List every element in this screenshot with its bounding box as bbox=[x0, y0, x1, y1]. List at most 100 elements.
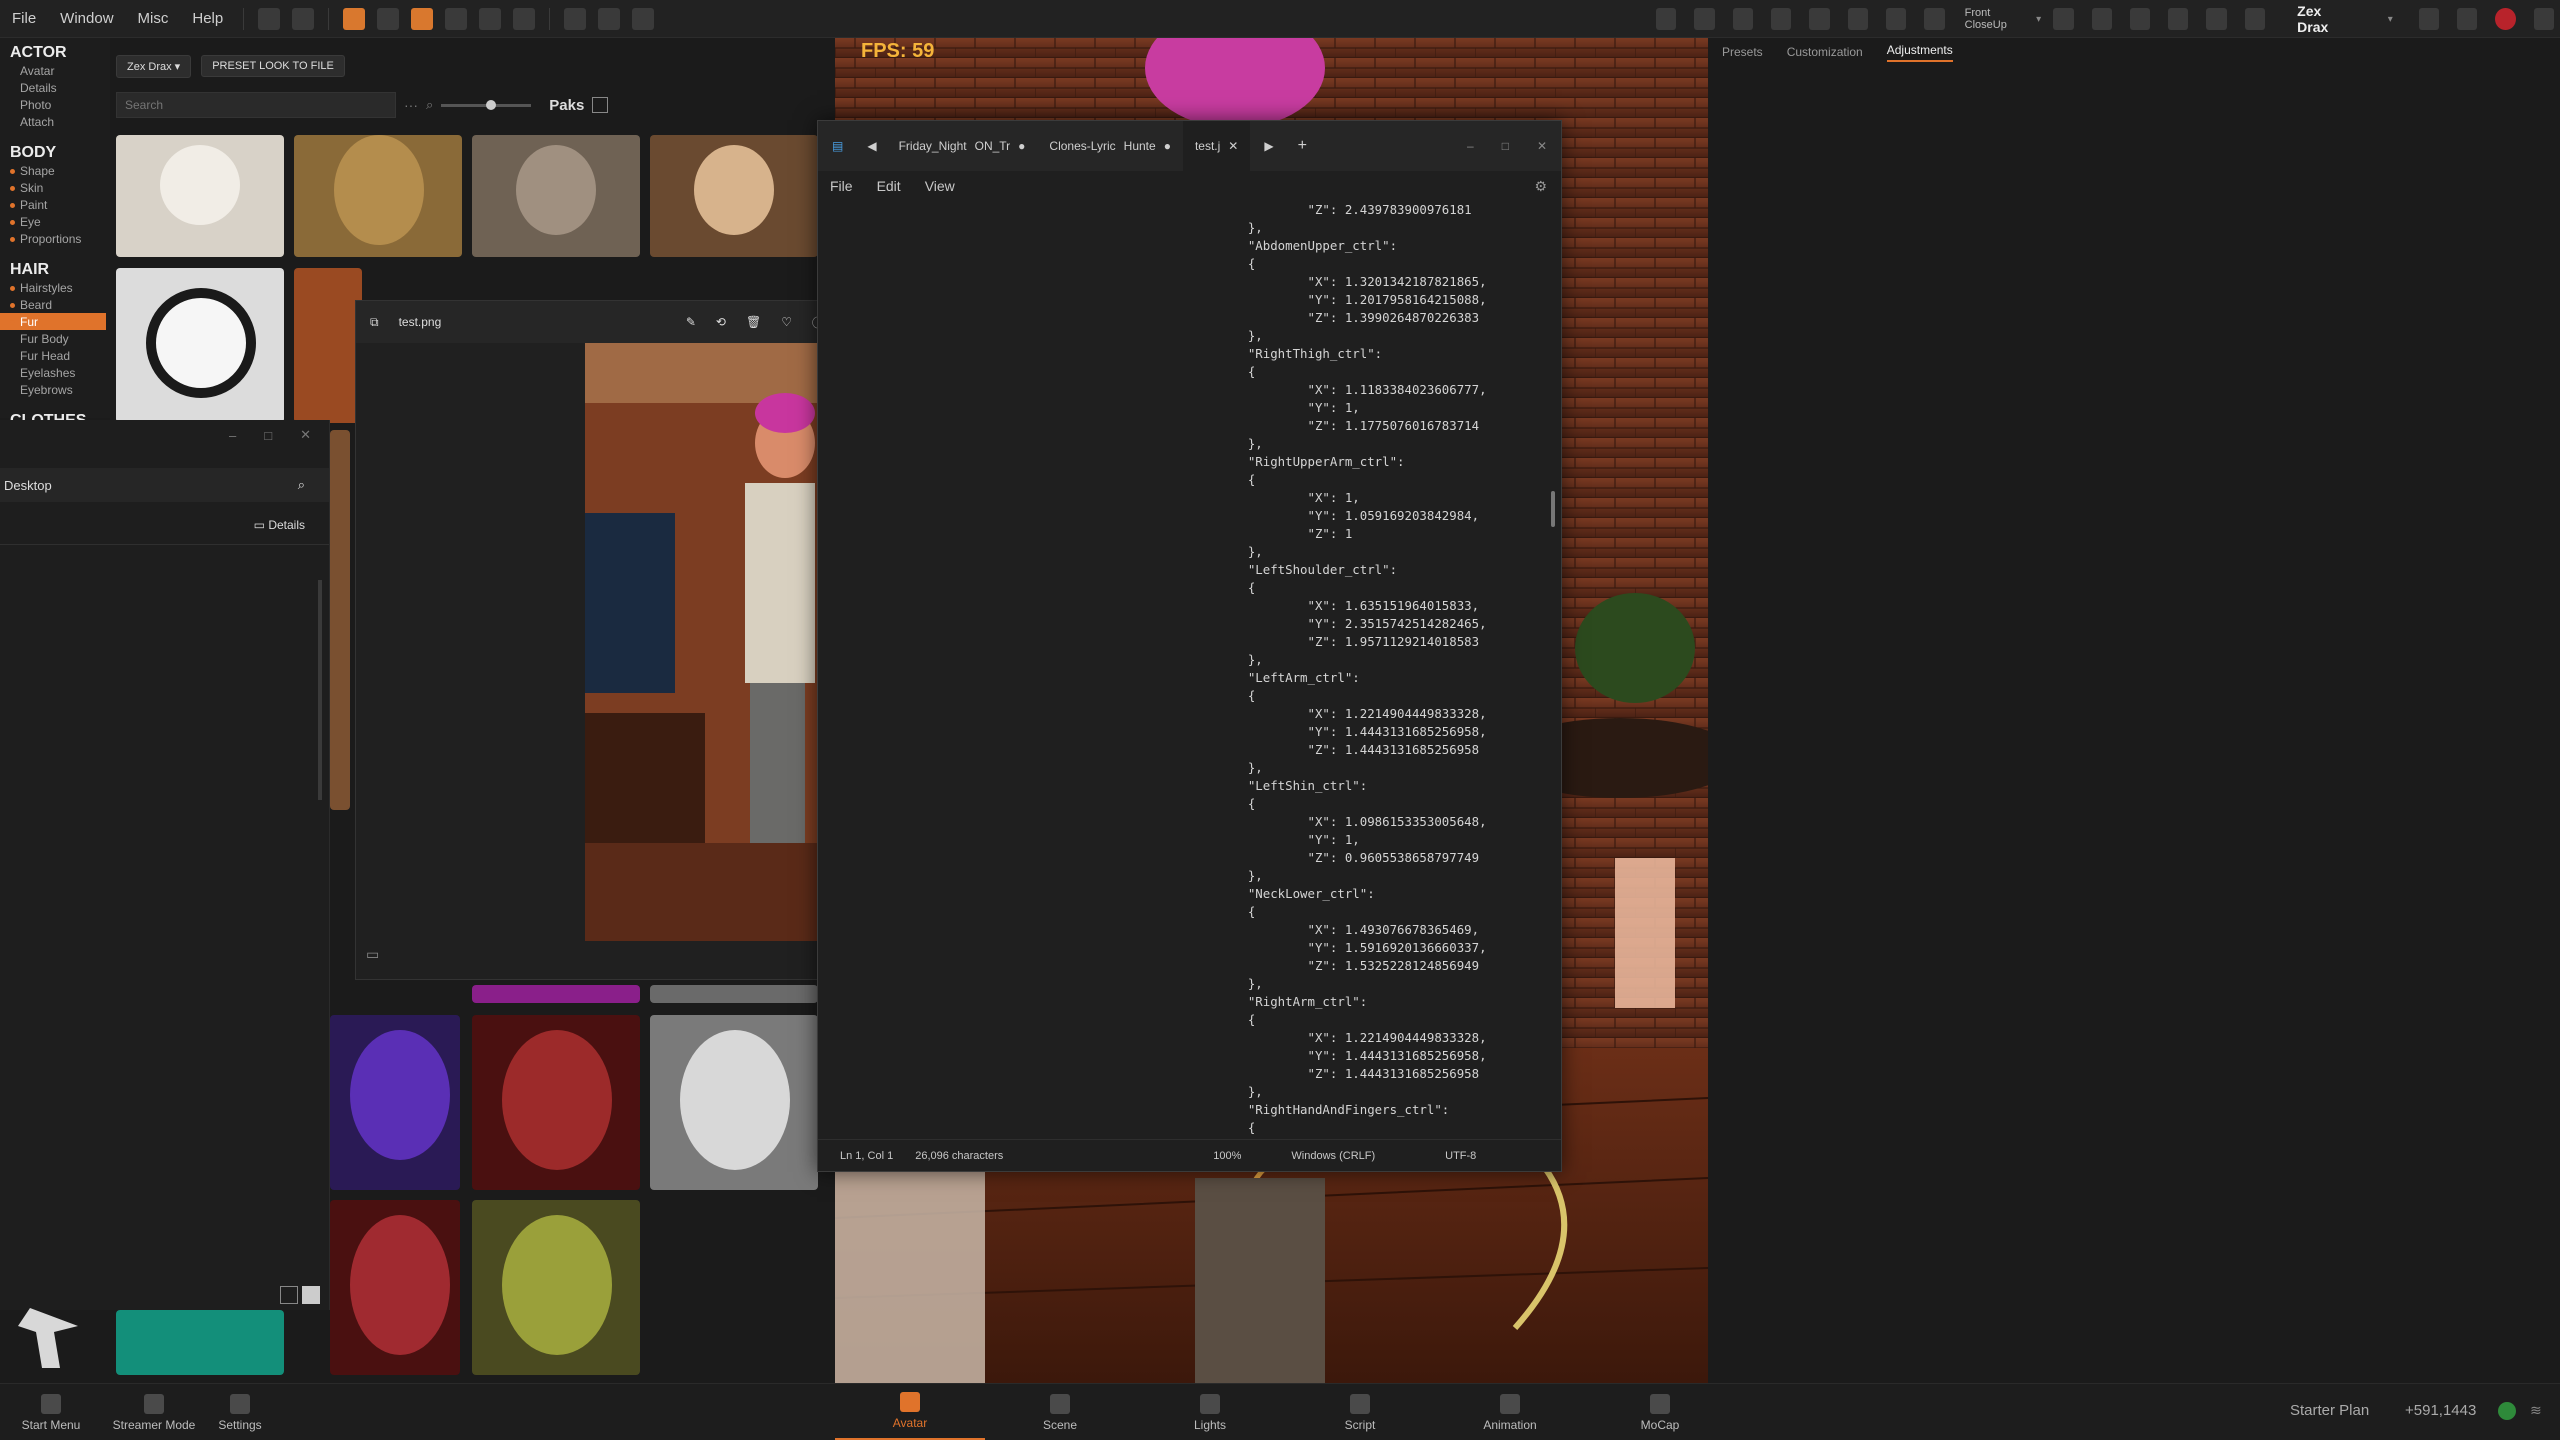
tab-adjustments[interactable]: Adjustments bbox=[1886, 43, 1953, 62]
encoding[interactable]: UTF-8 bbox=[1445, 1150, 1476, 1162]
fur-thumbnail[interactable] bbox=[330, 1015, 460, 1190]
group-select-icon[interactable] bbox=[343, 7, 366, 30]
category-body[interactable]: BODY bbox=[0, 138, 110, 162]
sidebar-item-attach[interactable]: Attach bbox=[0, 113, 110, 130]
edit-icon[interactable]: ✎ bbox=[686, 315, 696, 329]
lightning-icon[interactable] bbox=[2129, 8, 2151, 30]
delete-icon[interactable]: 🗑 bbox=[746, 315, 761, 329]
fur-thumbnail[interactable] bbox=[116, 268, 284, 423]
maximize-icon[interactable]: □ bbox=[264, 428, 272, 443]
fur-thumbnail[interactable] bbox=[116, 135, 284, 257]
menu-misc[interactable]: Misc bbox=[126, 10, 181, 27]
chevron-down-icon[interactable]: ▾ bbox=[2036, 14, 2041, 25]
move-icon[interactable] bbox=[377, 7, 400, 30]
tab-mocap[interactable]: MoCap bbox=[1600, 1384, 1720, 1440]
filmstrip-icon[interactable]: ▭ bbox=[366, 946, 379, 963]
phone-icon[interactable] bbox=[2457, 8, 2478, 30]
person-icon[interactable] bbox=[1770, 8, 1792, 30]
fur-thumbnail[interactable] bbox=[330, 430, 350, 810]
fur-thumbnail[interactable] bbox=[650, 1015, 818, 1190]
menu-view[interactable]: View bbox=[913, 178, 967, 194]
tab-avatar[interactable]: Avatar bbox=[835, 1384, 985, 1440]
minimize-icon[interactable]: – bbox=[1453, 139, 1488, 153]
tab-friday-night[interactable]: Friday_Night ON_Tr ● bbox=[887, 121, 1038, 171]
sidebar-item-fur-body[interactable]: Fur Body bbox=[0, 330, 110, 347]
record-icon[interactable] bbox=[2495, 8, 2516, 30]
tab-lights[interactable]: Lights bbox=[1150, 1384, 1270, 1440]
undo-icon[interactable] bbox=[258, 7, 281, 30]
redo-icon[interactable] bbox=[292, 7, 315, 30]
gear-icon[interactable]: ⚙ bbox=[1522, 178, 1561, 195]
more-icon[interactable]: ··· bbox=[404, 97, 418, 113]
sidebar-item-shape[interactable]: Shape bbox=[0, 162, 110, 179]
menu-edit[interactable]: Edit bbox=[865, 178, 913, 194]
user-name[interactable]: Zex Drax bbox=[2297, 3, 2352, 35]
fullscreen-icon[interactable] bbox=[2533, 8, 2555, 30]
pause-icon[interactable] bbox=[2244, 8, 2266, 30]
figure-icon[interactable] bbox=[2206, 8, 2227, 30]
fur-thumbnail[interactable] bbox=[294, 268, 362, 423]
search-icon[interactable]: ⌕ bbox=[298, 477, 305, 493]
scrollbar-thumb[interactable] bbox=[1551, 491, 1555, 527]
gallery-icon[interactable]: ⧉ bbox=[370, 315, 379, 330]
sidebar-item-eyebrows[interactable]: Eyebrows bbox=[0, 381, 110, 398]
actor-select[interactable]: Zex Drax ▾ bbox=[116, 54, 192, 78]
menu-file[interactable]: File bbox=[0, 10, 48, 27]
minimize-icon[interactable]: – bbox=[229, 428, 236, 443]
details-button[interactable]: ▭ Details bbox=[0, 502, 329, 532]
fur-thumbnail[interactable] bbox=[116, 1310, 284, 1375]
sidebar-item-fur-head[interactable]: Fur Head bbox=[0, 347, 110, 364]
close-icon[interactable]: ✕ bbox=[300, 427, 311, 443]
scrollbar[interactable] bbox=[318, 580, 322, 800]
paks-button[interactable]: Paks bbox=[549, 97, 584, 114]
gear-icon[interactable] bbox=[1924, 8, 1945, 30]
sidebar-item-photo[interactable]: Photo bbox=[0, 96, 110, 113]
person-icon[interactable] bbox=[1732, 8, 1753, 30]
person-icon[interactable] bbox=[1847, 8, 1868, 30]
list-icon[interactable] bbox=[592, 97, 609, 113]
sidebar-item-fur[interactable]: Fur bbox=[0, 313, 106, 330]
sidebar-item-beard[interactable]: Beard bbox=[0, 296, 110, 313]
person-icon[interactable] bbox=[1694, 8, 1715, 30]
fur-thumbnail[interactable] bbox=[472, 1200, 640, 1375]
fur-thumbnail[interactable] bbox=[294, 135, 462, 257]
pivot-icon[interactable] bbox=[598, 7, 621, 30]
fur-thumbnail[interactable] bbox=[472, 135, 640, 257]
reset-camera-icon[interactable] bbox=[2053, 8, 2074, 30]
menu-file[interactable]: File bbox=[818, 178, 865, 194]
person-icon[interactable] bbox=[1656, 8, 1677, 30]
new-tab-icon[interactable]: + bbox=[1288, 137, 1317, 155]
loop-icon[interactable] bbox=[513, 7, 536, 30]
sidebar-item-details[interactable]: Details bbox=[0, 79, 110, 96]
scroll-left-icon[interactable]: ◀ bbox=[857, 139, 886, 153]
heart-icon[interactable]: ♡ bbox=[781, 315, 792, 329]
cube-icon[interactable] bbox=[479, 7, 502, 30]
category-hair[interactable]: HAIR bbox=[0, 255, 110, 279]
camera-icon[interactable] bbox=[2418, 8, 2440, 30]
close-icon[interactable]: ✕ bbox=[1523, 139, 1561, 153]
fur-thumbnail[interactable] bbox=[472, 1015, 640, 1190]
tab-scene[interactable]: Scene bbox=[1000, 1384, 1120, 1440]
streamer-mode-button[interactable]: Streamer Mode bbox=[106, 1384, 202, 1440]
sidebar-item-eye[interactable]: Eye bbox=[0, 213, 110, 230]
sidebar-item-paint[interactable]: Paint bbox=[0, 196, 110, 213]
person-icon[interactable] bbox=[1809, 8, 1830, 30]
rotate-icon[interactable]: ⟲ bbox=[716, 315, 726, 329]
sidebar-item-avatar[interactable]: Avatar bbox=[0, 62, 110, 79]
tile-view-icon[interactable] bbox=[302, 1286, 320, 1304]
address-bar[interactable]: Desktop ⌕ bbox=[0, 468, 329, 502]
sidebar-item-proportions[interactable]: Proportions bbox=[0, 230, 110, 247]
menu-window[interactable]: Window bbox=[48, 10, 125, 27]
list-view-icon[interactable] bbox=[280, 1286, 298, 1304]
fur-thumbnail[interactable] bbox=[330, 1200, 460, 1375]
fur-thumbnail[interactable] bbox=[650, 985, 818, 1003]
thumbnail-size-slider[interactable] bbox=[441, 99, 532, 110]
tab-customization[interactable]: Customization bbox=[1787, 45, 1863, 59]
library-search-input[interactable] bbox=[116, 92, 396, 118]
settings-button[interactable]: Settings bbox=[210, 1384, 270, 1440]
tab-clones-lyric[interactable]: Clones-Lyric Hunte ● bbox=[1037, 121, 1183, 171]
plan-label[interactable]: Starter Plan bbox=[2290, 1402, 2369, 1419]
tab-test-json[interactable]: test.j ✕ bbox=[1182, 121, 1251, 171]
sidebar-item-skin[interactable]: Skin bbox=[0, 179, 110, 196]
scroll-right-icon[interactable]: ▶ bbox=[1250, 139, 1287, 153]
